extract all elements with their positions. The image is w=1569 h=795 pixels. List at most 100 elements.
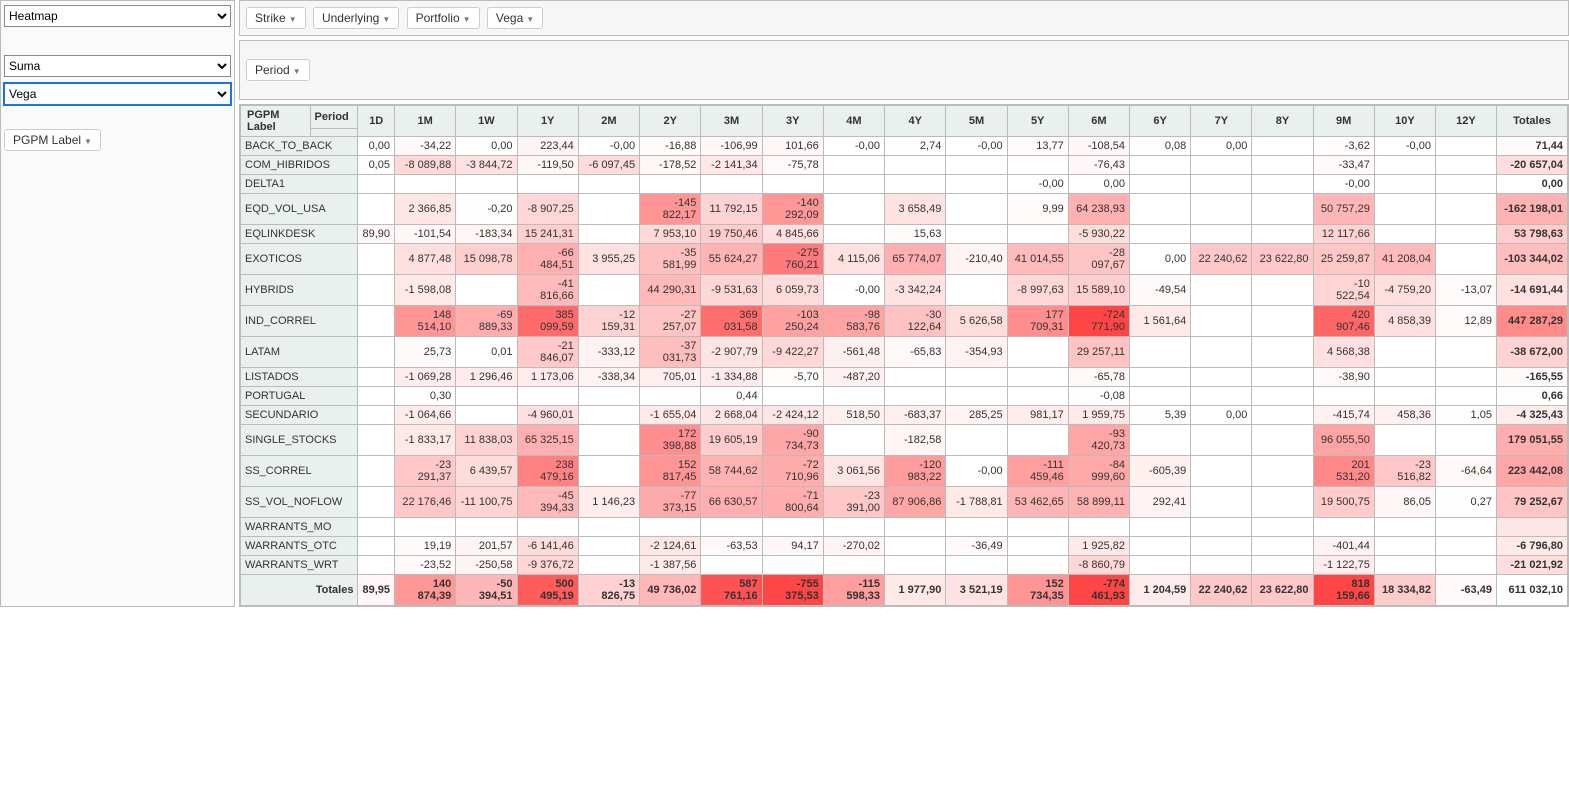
pgpm-label-chip[interactable]: PGPM Label▼ (4, 129, 101, 151)
row-chip-bar: Period▼ (239, 40, 1569, 100)
col-6Y[interactable]: 6Y (1130, 106, 1191, 137)
col-1M[interactable]: 1M (394, 106, 455, 137)
row-label[interactable]: COM_HIBRIDOS (241, 156, 358, 175)
row-label[interactable]: SECUNDARIO (241, 406, 358, 425)
cell (1130, 225, 1191, 244)
cell: 0,00 (358, 137, 395, 156)
row-label[interactable]: WARRANTS_WRT (241, 556, 358, 575)
cell: 0,08 (1130, 137, 1191, 156)
row-label[interactable]: WARRANTS_MO (241, 518, 358, 537)
col-5Y[interactable]: 5Y (1007, 106, 1068, 137)
table-row: HYBRIDS-1 598,08-41 816,6644 290,31-9 53… (241, 275, 1568, 306)
cell (823, 425, 884, 456)
row-label[interactable]: EXOTICOS (241, 244, 358, 275)
row-total: 79 252,67 (1496, 487, 1567, 518)
cell (946, 175, 1007, 194)
col-9M[interactable]: 9M (1313, 106, 1374, 137)
row-label[interactable]: EQD_VOL_USA (241, 194, 358, 225)
col-5M[interactable]: 5M (946, 106, 1007, 137)
col-1W[interactable]: 1W (456, 106, 517, 137)
row-total: -103 344,02 (1496, 244, 1567, 275)
cell: -84 999,60 (1068, 456, 1129, 487)
cell: -0,00 (946, 137, 1007, 156)
chart-type-select[interactable]: Heatmap (4, 5, 231, 27)
row-label[interactable]: SS_VOL_NOFLOW (241, 487, 358, 518)
cell (823, 175, 884, 194)
cell (456, 406, 517, 425)
cell: 148 514,10 (394, 306, 455, 337)
cell: -333,12 (578, 337, 639, 368)
cell (1252, 556, 1313, 575)
cell (1252, 425, 1313, 456)
cell: -41 816,66 (517, 275, 578, 306)
cell: 65 325,15 (517, 425, 578, 456)
col-4Y[interactable]: 4Y (885, 106, 946, 137)
row-label[interactable]: BACK_TO_BACK (241, 137, 358, 156)
col-7Y[interactable]: 7Y (1191, 106, 1252, 137)
cell: 55 624,27 (701, 244, 762, 275)
cell: 369 031,58 (701, 306, 762, 337)
agg-select[interactable]: Suma (4, 55, 231, 77)
col-3Y[interactable]: 3Y (762, 106, 823, 137)
row-label[interactable]: IND_CORREL (241, 306, 358, 337)
cell: 3 955,25 (578, 244, 639, 275)
row-total: -162 198,01 (1496, 194, 1567, 225)
col-1D[interactable]: 1D (358, 106, 395, 137)
row-label[interactable]: HYBRIDS (241, 275, 358, 306)
cell (1374, 368, 1435, 387)
cell (358, 406, 395, 425)
cell: -1 598,08 (394, 275, 455, 306)
table-row: IND_CORREL148 514,10-69 889,33385 099,59… (241, 306, 1568, 337)
cell: -0,00 (578, 137, 639, 156)
col-12Y[interactable]: 12Y (1435, 106, 1496, 137)
row-label[interactable]: SINGLE_STOCKS (241, 425, 358, 456)
cell (1252, 156, 1313, 175)
chip-underlying[interactable]: Underlying▼ (313, 7, 399, 29)
col-8Y[interactable]: 8Y (1252, 106, 1313, 137)
chip-strike[interactable]: Strike▼ (246, 7, 306, 29)
col-4M[interactable]: 4M (823, 106, 884, 137)
chip-vega[interactable]: Vega▼ (487, 7, 543, 29)
cell: -93 420,73 (1068, 425, 1129, 456)
cell: -33,47 (1313, 156, 1374, 175)
cell: -415,74 (1313, 406, 1374, 425)
measure-select[interactable]: Vega (4, 83, 231, 105)
table-row: DELTA1-0,000,00-0,000,00 (241, 175, 1568, 194)
col-total: 89,95 (358, 575, 395, 606)
row-label[interactable]: EQLINKDESK (241, 225, 358, 244)
chip-period[interactable]: Period▼ (246, 59, 310, 81)
row-total: 71,44 (1496, 137, 1567, 156)
col-6M[interactable]: 6M (1068, 106, 1129, 137)
row-label[interactable]: LATAM (241, 337, 358, 368)
cell (1435, 556, 1496, 575)
cell: -28 097,67 (1068, 244, 1129, 275)
chip-portfolio[interactable]: Portfolio▼ (407, 7, 480, 29)
col-2Y[interactable]: 2Y (640, 106, 701, 137)
cell: 29 257,11 (1068, 337, 1129, 368)
col-3M[interactable]: 3M (701, 106, 762, 137)
cell (1435, 518, 1496, 537)
cell: 981,17 (1007, 406, 1068, 425)
row-label[interactable]: SS_CORREL (241, 456, 358, 487)
cell: -16,88 (640, 137, 701, 156)
row-label[interactable]: PORTUGAL (241, 387, 358, 406)
cell: -2 141,34 (701, 156, 762, 175)
col-total: -63,49 (1435, 575, 1496, 606)
cell (640, 387, 701, 406)
cell: 6 439,57 (456, 456, 517, 487)
col-2M[interactable]: 2M (578, 106, 639, 137)
cell: 101,66 (762, 137, 823, 156)
cell: 44 290,31 (640, 275, 701, 306)
col-10Y[interactable]: 10Y (1374, 106, 1435, 137)
row-label[interactable]: WARRANTS_OTC (241, 537, 358, 556)
row-label[interactable]: DELTA1 (241, 175, 358, 194)
row-total: -4 325,43 (1496, 406, 1567, 425)
cell: -64,64 (1435, 456, 1496, 487)
chevron-down-icon: ▼ (293, 67, 301, 76)
cell: 19 605,19 (701, 425, 762, 456)
cell: 12,89 (1435, 306, 1496, 337)
col-1Y[interactable]: 1Y (517, 106, 578, 137)
cell (1007, 225, 1068, 244)
row-label[interactable]: LISTADOS (241, 368, 358, 387)
cell: 3 658,49 (885, 194, 946, 225)
